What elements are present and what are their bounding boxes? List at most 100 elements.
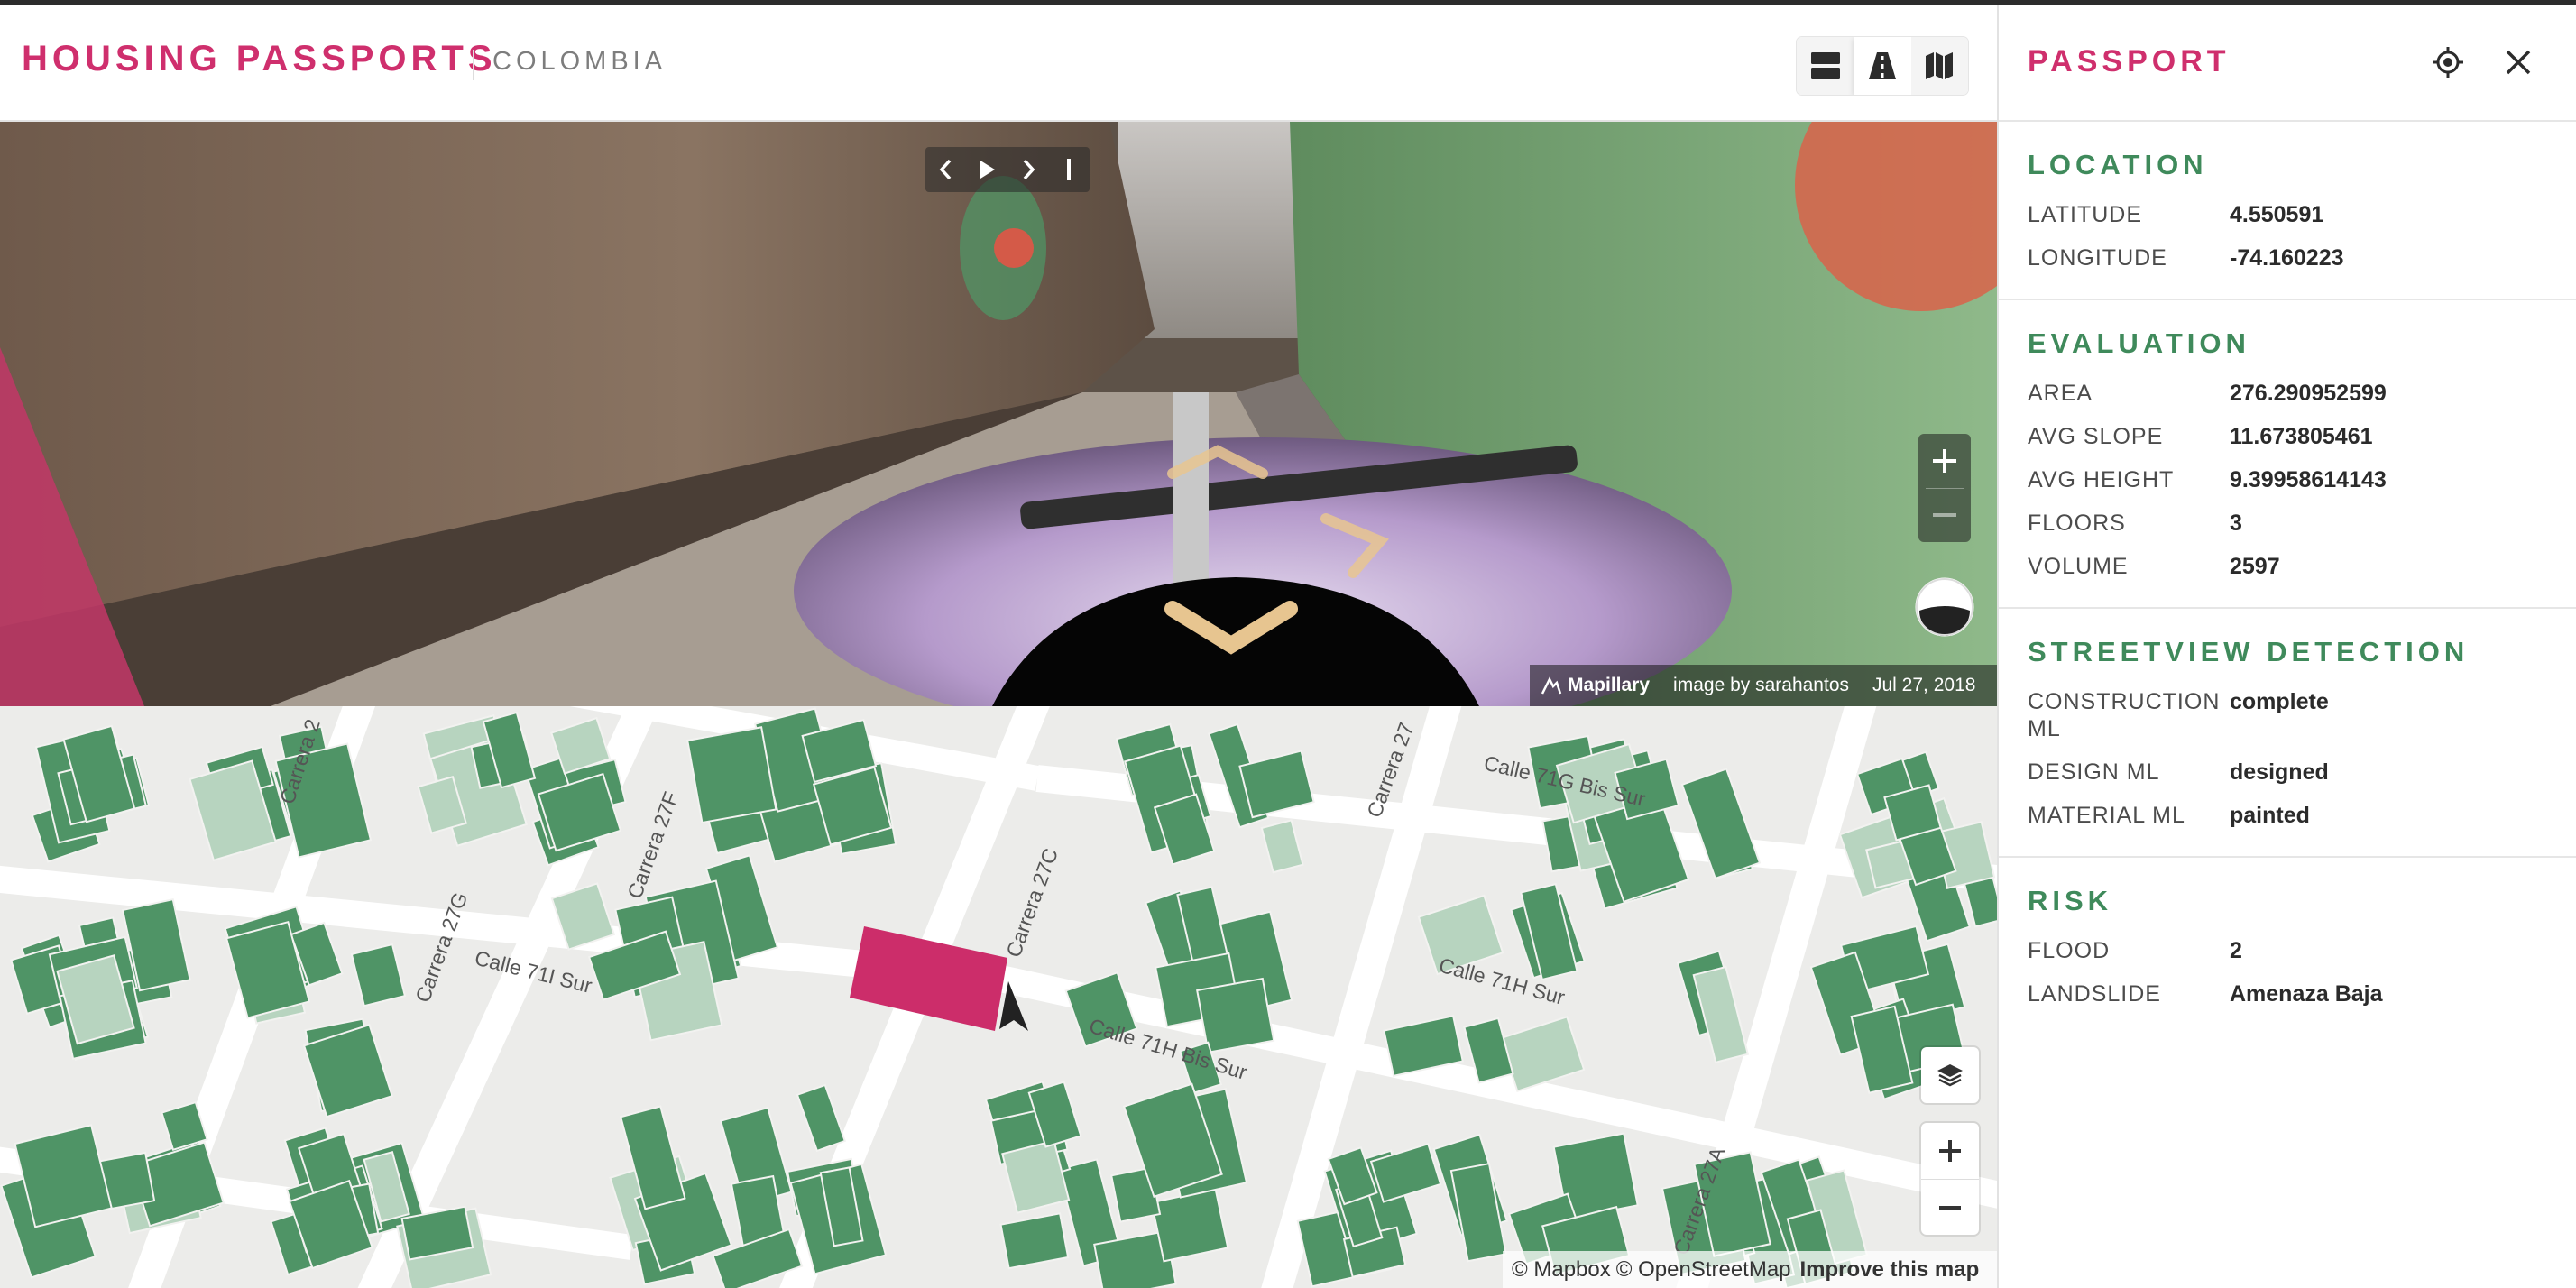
attribute-row: FLOORS 3 — [2028, 510, 2547, 537]
panel-title: PASSPORT — [2028, 44, 2231, 78]
mapillary-attribution: Mapillary image by sarahantos Jul 27, 20… — [1530, 665, 1997, 706]
chevron-left-icon — [939, 159, 952, 180]
attribute-value: 276.290952599 — [2230, 381, 2387, 406]
attribute-label: VOLUME — [2028, 554, 2129, 579]
map-view-icon — [1926, 52, 1954, 79]
attribute-label: LONGITUDE — [2028, 245, 2167, 271]
attribute-value: complete — [2230, 689, 2329, 714]
close-icon — [2506, 50, 2531, 75]
attribute-label: AVG HEIGHT — [2028, 467, 2175, 492]
mapillary-logo-text: Mapillary — [1568, 675, 1651, 695]
attribute-label: AREA — [2028, 381, 2093, 406]
play-icon — [980, 161, 996, 179]
street-view-zoom — [1918, 434, 1971, 542]
attribute-row: AVG SLOPE 11.673805461 — [2028, 423, 2547, 450]
street-view-zoom-out-button[interactable] — [1918, 488, 1971, 542]
risk-section: RISK FLOOD 2 LANDSLIDE Amenaza Baja — [1999, 858, 2576, 1035]
section-title: STREETVIEW DETECTION — [2028, 636, 2470, 667]
minus-icon — [1933, 513, 1956, 517]
brand-title[interactable]: HOUSING PASSPORTS — [22, 39, 497, 79]
passport-panel: PASSPORT LOCATION LATITUDE 4.550591 LONG… — [1997, 5, 2576, 1288]
attribute-row: VOLUME 2597 — [2028, 553, 2547, 580]
street-view-panel[interactable]: Mapillary image by sarahantos Jul 27, 20… — [0, 122, 1997, 706]
brand-divider — [473, 50, 474, 80]
attribute-row: AVG HEIGHT 9.39958614143 — [2028, 466, 2547, 493]
attribute-label: FLOOD — [2028, 938, 2111, 963]
attribute-row: CONSTRUCTION ML complete — [2028, 688, 2547, 742]
chevron-right-icon — [1023, 159, 1035, 180]
building-footprint[interactable] — [686, 726, 777, 824]
attribute-row: DESIGN ML designed — [2028, 759, 2547, 786]
street-view-zoom-in-button[interactable] — [1918, 434, 1971, 488]
streetview-detection-section: STREETVIEW DETECTION CONSTRUCTION ML com… — [1999, 609, 2576, 858]
mapbox-attribution[interactable]: © Mapbox — [1512, 1257, 1611, 1283]
improve-map-link[interactable]: Improve this map — [1800, 1257, 1980, 1283]
header: HOUSING PASSPORTS COLOMBIA — [0, 5, 1997, 122]
layers-button[interactable] — [1921, 1047, 1979, 1103]
mapillary-icon — [1541, 676, 1562, 695]
attribute-value: 9.39958614143 — [2230, 467, 2387, 492]
location-section: LOCATION LATITUDE 4.550591 LONGITUDE -74… — [1999, 122, 2576, 300]
attribute-value: 2597 — [2230, 554, 2280, 579]
attribute-value: 11.673805461 — [2230, 424, 2373, 449]
image-date: Jul 27, 2018 — [1872, 675, 1976, 695]
attribute-value: 3 — [2230, 511, 2242, 536]
attribute-label: MATERIAL ML — [2028, 803, 2185, 828]
stop-button[interactable] — [1051, 152, 1087, 188]
attribute-row: MATERIAL ML painted — [2028, 802, 2547, 829]
split-view-button[interactable] — [1797, 37, 1854, 95]
attribute-value: painted — [2230, 803, 2310, 828]
attribute-label: LATITUDE — [2028, 202, 2142, 227]
attribute-value: -74.160223 — [2230, 245, 2344, 271]
attribute-value: Amenaza Baja — [2230, 981, 2383, 1007]
map-zoom-control — [1921, 1123, 1979, 1235]
attribute-row: LONGITUDE -74.160223 — [2028, 244, 2547, 271]
attribute-row: LANDSLIDE Amenaza Baja — [2028, 980, 2547, 1007]
layers-icon — [1937, 1064, 1963, 1087]
compass-icon — [1915, 577, 1974, 637]
map-zoom-out-button[interactable] — [1921, 1180, 1979, 1236]
previous-button[interactable] — [928, 152, 964, 188]
building-footprint[interactable] — [1150, 1188, 1229, 1263]
mapillary-logo[interactable]: Mapillary — [1541, 675, 1650, 696]
view-toggle — [1797, 37, 1968, 95]
map-zoom-in-button[interactable] — [1921, 1123, 1979, 1179]
attribute-row: AREA 276.290952599 — [2028, 380, 2547, 407]
app: HOUSING PASSPORTS COLOMBIA Mapillary ima… — [0, 5, 2576, 1288]
road-view-button[interactable] — [1854, 37, 1911, 95]
plus-icon — [1939, 1140, 1961, 1162]
sequence-controls — [925, 147, 1090, 192]
next-button[interactable] — [1010, 152, 1046, 188]
close-button[interactable] — [2500, 44, 2536, 80]
play-button[interactable] — [969, 152, 1005, 188]
attribute-label: CONSTRUCTION ML — [2028, 689, 2221, 741]
road-view-icon — [1868, 52, 1896, 79]
attribute-row: LATITUDE 4.550591 — [2028, 201, 2547, 228]
attribute-label: AVG SLOPE — [2028, 424, 2164, 449]
compass[interactable] — [1914, 576, 1975, 638]
street-view-image[interactable] — [0, 122, 1997, 706]
panel-header: PASSPORT — [1999, 5, 2576, 122]
section-title: LOCATION — [2028, 149, 2208, 180]
split-view-icon — [1810, 52, 1840, 79]
image-credit[interactable]: image by sarahantos — [1673, 675, 1849, 696]
attribute-label: DESIGN ML — [2028, 759, 2160, 785]
section-title: RISK — [2028, 885, 2113, 916]
map-view-button[interactable] — [1910, 37, 1968, 95]
osm-attribution[interactable]: © OpenStreetMap — [1616, 1257, 1791, 1283]
section-title: EVALUATION — [2028, 327, 2250, 359]
attribute-row: FLOOD 2 — [2028, 937, 2547, 964]
minus-icon — [1939, 1206, 1961, 1210]
plus-icon — [1933, 449, 1956, 473]
attribute-label: FLOORS — [2028, 511, 2126, 536]
locate-button[interactable] — [2430, 44, 2466, 80]
building-footprint[interactable] — [1196, 977, 1275, 1053]
stop-bar-icon — [1067, 159, 1072, 180]
building-map[interactable]: Carrera 2 Carrera 27F Carrera 27G Calle … — [0, 706, 1997, 1288]
evaluation-section: EVALUATION AREA 276.290952599 AVG SLOPE … — [1999, 300, 2576, 609]
map-panel[interactable]: Carrera 2 Carrera 27F Carrera 27G Calle … — [0, 706, 1997, 1288]
country-label: COLOMBIA — [492, 47, 667, 76]
attribute-value: 4.550591 — [2230, 202, 2324, 227]
crosshair-icon — [2433, 47, 2463, 78]
map-attribution: © Mapbox © OpenStreetMap Improve this ma… — [1503, 1251, 1997, 1288]
